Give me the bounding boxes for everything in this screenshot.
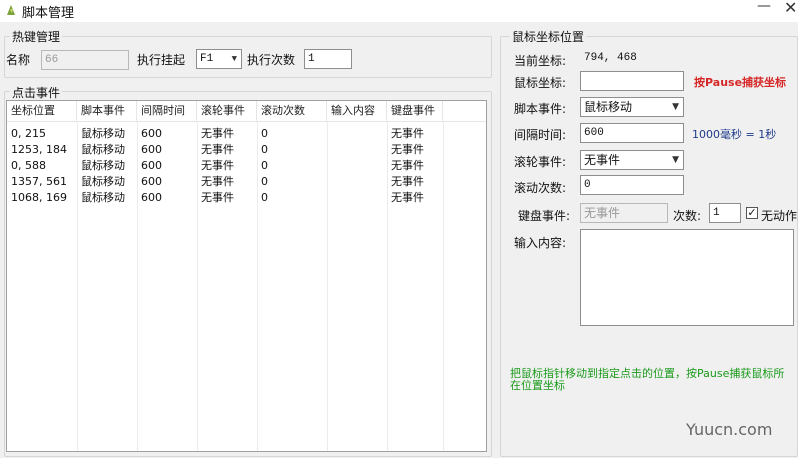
cell-interval: 600 — [141, 159, 162, 172]
cell-key-event: 无事件 — [391, 159, 424, 172]
table-row[interactable]: 1357, 561 鼠标移动 600 无事件 0 无事件 — [7, 174, 486, 190]
input-content-label: 输入内容: — [514, 236, 567, 250]
mouse-coord-field[interactable] — [580, 71, 684, 91]
table-row[interactable]: 1253, 184 鼠标移动 600 无事件 0 无事件 — [7, 142, 486, 158]
cell-interval: 600 — [141, 175, 162, 188]
wheel-event-select[interactable]: 无事件 ▼ — [580, 150, 684, 170]
cell-script-event: 鼠标移动 — [81, 191, 125, 204]
scroll-count-label: 滚动次数: — [514, 181, 567, 195]
cell-input-content — [327, 158, 331, 174]
count-label: 执行次数 — [247, 53, 296, 67]
key-event-field[interactable]: 无事件 — [580, 203, 668, 223]
capture-hint: 按Pause捕获坐标 — [694, 76, 787, 89]
column-header-coord[interactable]: 坐标位置 — [7, 101, 77, 121]
help-text: 把鼠标指针移动到指定点击的位置，按Pause捕获鼠标所在位置坐标 — [510, 367, 785, 392]
cell-coord: 1068, 169 — [11, 191, 67, 204]
cell-key-event: 无事件 — [391, 175, 424, 188]
column-header-interval[interactable]: 间隔时间 — [137, 101, 197, 121]
cell-scroll-count: 0 — [261, 191, 268, 204]
table-row[interactable]: 0, 588 鼠标移动 600 无事件 0 无事件 — [7, 158, 486, 174]
interval-field[interactable]: 600 — [580, 123, 684, 143]
cell-scroll-count: 0 — [261, 127, 268, 140]
cell-input-content — [327, 126, 331, 142]
chevron-down-icon: ▼ — [672, 155, 679, 165]
cell-wheel-event: 无事件 — [201, 143, 234, 156]
app-icon — [7, 5, 15, 15]
times-label: 次数: — [673, 209, 702, 223]
cell-script-event: 鼠标移动 — [81, 127, 125, 140]
cell-wheel-event: 无事件 — [201, 159, 234, 172]
interval-label: 间隔时间: — [514, 128, 567, 142]
script-event-value: 鼠标移动 — [584, 100, 633, 114]
cell-coord: 0, 215 — [11, 127, 46, 140]
cell-key-event: 无事件 — [391, 127, 424, 140]
events-table[interactable]: 坐标位置 脚本事件 间隔时间 滚轮事件 滚动次数 输入内容 键盘事件 0, 21… — [6, 100, 487, 452]
scroll-count-field[interactable]: 0 — [580, 175, 684, 195]
cell-key-event: 无事件 — [391, 191, 424, 204]
column-header-input-content[interactable]: 输入内容 — [327, 101, 387, 121]
table-header: 坐标位置 脚本事件 间隔时间 滚轮事件 滚动次数 输入内容 键盘事件 — [7, 101, 486, 122]
column-header-key-event[interactable]: 键盘事件 — [387, 101, 443, 121]
cell-scroll-count: 0 — [261, 175, 268, 188]
interval-hint: 1000毫秒 = 1秒 — [692, 128, 777, 141]
chevron-down-icon: ▼ — [231, 54, 237, 64]
cell-coord: 1357, 561 — [11, 175, 67, 188]
cell-input-content — [327, 142, 331, 158]
name-label: 名称 — [6, 53, 31, 67]
table-body: 0, 215 鼠标移动 600 无事件 0 无事件 1253, 184 鼠标移动… — [7, 122, 486, 451]
times-field[interactable]: 1 — [709, 203, 741, 223]
window-title: 脚本管理 — [22, 6, 75, 21]
cell-interval: 600 — [141, 143, 162, 156]
script-event-select[interactable]: 鼠标移动 ▼ — [580, 97, 684, 117]
table-row[interactable]: 0, 215 鼠标移动 600 无事件 0 无事件 — [7, 126, 486, 142]
mouse-coord-label: 鼠标坐标: — [514, 76, 567, 90]
cell-wheel-event: 无事件 — [201, 175, 234, 188]
hotkey-select-value: F1 — [200, 53, 214, 65]
column-header-scroll-count[interactable]: 滚动次数 — [257, 101, 327, 121]
cell-script-event: 鼠标移动 — [81, 175, 125, 188]
minimize-button[interactable]: — — [757, 0, 771, 14]
title-bar: 脚本管理 — ✕ — [0, 0, 798, 22]
key-event-label: 键盘事件: — [518, 209, 571, 223]
cell-scroll-count: 0 — [261, 143, 268, 156]
mouse-coord-group-legend: 鼠标坐标位置 — [510, 28, 587, 45]
cell-input-content — [327, 190, 331, 206]
wheel-event-value: 无事件 — [584, 153, 621, 167]
wheel-event-label: 滚轮事件: — [514, 155, 567, 169]
column-header-wheel-event[interactable]: 滚轮事件 — [197, 101, 257, 121]
column-header-script-event[interactable]: 脚本事件 — [77, 101, 137, 121]
name-field[interactable]: 66 — [41, 50, 129, 70]
cell-coord: 1253, 184 — [11, 143, 67, 156]
cell-script-event: 鼠标移动 — [81, 143, 125, 156]
no-action-label: 无动作 — [761, 209, 798, 223]
chevron-down-icon: ▼ — [672, 102, 679, 112]
hotkey-label: 执行挂起 — [137, 53, 186, 67]
script-event-label: 脚本事件: — [514, 102, 567, 116]
events-group-legend: 点击事件 — [10, 84, 63, 101]
cell-wheel-event: 无事件 — [201, 191, 234, 204]
cell-key-event: 无事件 — [391, 143, 424, 156]
no-action-checkbox[interactable]: ✓ — [746, 207, 758, 219]
cell-coord: 0, 588 — [11, 159, 46, 172]
cell-interval: 600 — [141, 127, 162, 140]
hotkey-group-legend: 热键管理 — [10, 28, 63, 45]
count-field[interactable]: 1 — [304, 49, 352, 69]
close-button[interactable]: ✕ — [784, 0, 797, 17]
cell-wheel-event: 无事件 — [201, 127, 234, 140]
cell-input-content — [327, 174, 331, 190]
current-coord-label: 当前坐标: — [514, 54, 567, 68]
cell-interval: 600 — [141, 191, 162, 204]
current-coord-value: 794, 468 — [584, 52, 637, 64]
watermark: Yuucn.com — [686, 420, 773, 439]
cell-scroll-count: 0 — [261, 159, 268, 172]
hotkey-select[interactable]: F1 ▼ — [196, 49, 242, 69]
cell-script-event: 鼠标移动 — [81, 159, 125, 172]
input-content-textarea[interactable] — [580, 229, 794, 326]
table-row[interactable]: 1068, 169 鼠标移动 600 无事件 0 无事件 — [7, 190, 486, 206]
